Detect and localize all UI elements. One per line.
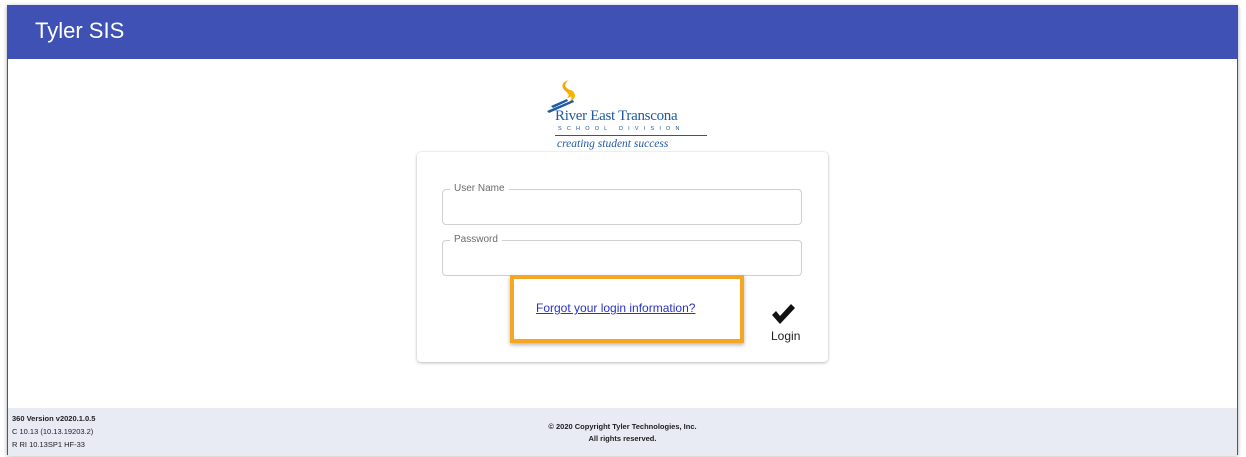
- forgot-login-link[interactable]: Forgot your login information?: [536, 301, 695, 315]
- footer: 360 Version v2020.1.0.5 C 10.13 (10.13.1…: [8, 408, 1237, 456]
- check-icon: [772, 304, 795, 324]
- username-input[interactable]: [451, 198, 795, 220]
- password-label: Password: [450, 234, 502, 246]
- username-label: User Name: [450, 183, 509, 195]
- app-title: Tyler SIS: [35, 18, 125, 43]
- copyright-text: © 2020 Copyright Tyler Technologies, Inc…: [548, 422, 697, 431]
- login-label: Login: [771, 329, 801, 343]
- logo-division: SCHOOL DIVISION: [558, 126, 685, 132]
- login-card: User Name Password Forgot your login inf…: [417, 152, 828, 362]
- username-field[interactable]: User Name: [442, 183, 802, 225]
- app-bar: Tyler SIS: [8, 6, 1237, 59]
- password-input[interactable]: [451, 249, 795, 271]
- password-field[interactable]: Password: [442, 234, 802, 276]
- logo-divider: [555, 135, 707, 136]
- logo-tagline: creating student success: [557, 138, 669, 150]
- logo-name: River East Transcona: [555, 108, 678, 124]
- app-window: Tyler SIS River East Transcona SCHOOL DI…: [7, 5, 1238, 456]
- rights-text: All rights reserved.: [588, 434, 657, 443]
- school-division-logo: River East Transcona SCHOOL DIVISION cre…: [543, 78, 713, 158]
- login-button[interactable]: Login: [767, 302, 807, 346]
